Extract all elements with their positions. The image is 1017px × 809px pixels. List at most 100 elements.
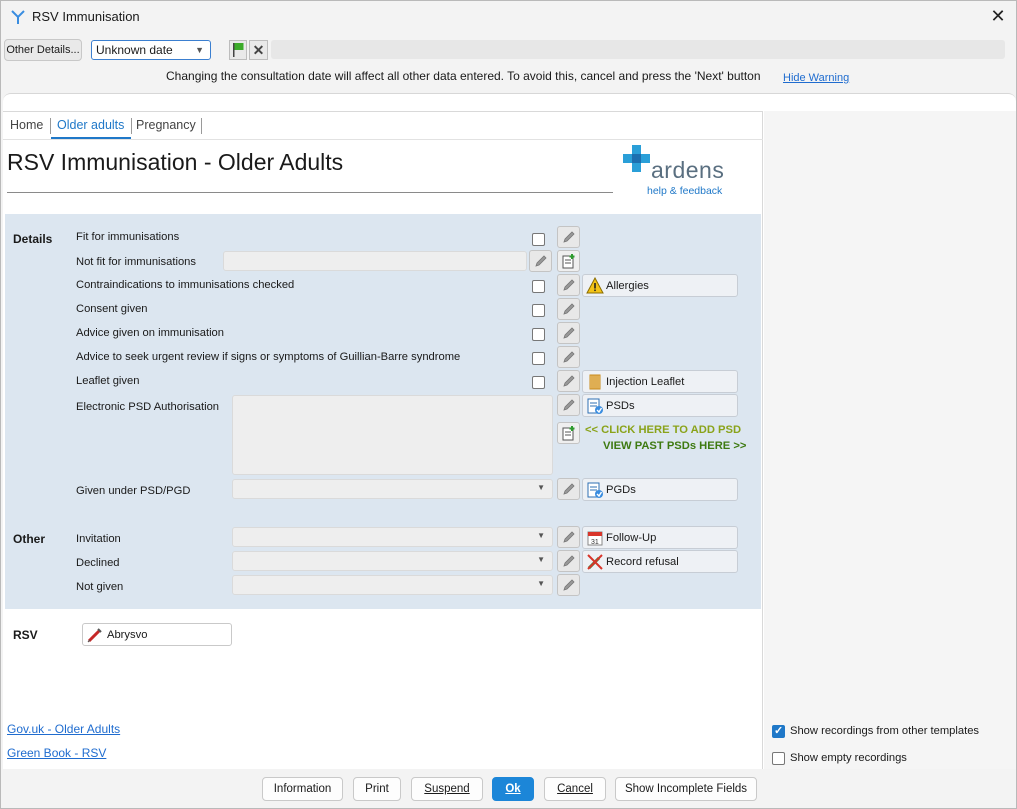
information-button[interactable]: Information — [262, 777, 343, 801]
tab-divider — [131, 118, 132, 134]
chevron-down-icon: ▼ — [537, 531, 545, 540]
date-value: Unknown date — [96, 43, 173, 57]
pencil-icon[interactable] — [557, 274, 580, 296]
print-button[interactable]: Print — [353, 777, 401, 801]
syringe-refusal-icon — [587, 554, 603, 570]
template-pane: Home Older adults Pregnancy RSV Immunisa… — [3, 111, 763, 770]
govuk-older-adults-link[interactable]: Gov.uk - Older Adults — [7, 722, 120, 736]
suspend-button[interactable]: Suspend — [411, 777, 483, 801]
bottom-action-bar: Information Print Suspend Ok Cancel Show… — [1, 769, 1016, 808]
syringe-icon — [87, 628, 102, 643]
follow-up-label: Follow-Up — [606, 532, 657, 544]
psds-label: PSDs — [606, 400, 635, 412]
injection-leaflet-button[interactable]: Injection Leaflet — [582, 370, 738, 393]
date-warning-text: Changing the consultation date will affe… — [166, 69, 761, 83]
injection-leaflet-label: Injection Leaflet — [606, 376, 685, 388]
section-other: Other — [13, 532, 46, 546]
pencil-icon[interactable] — [557, 574, 580, 596]
pencil-icon[interactable] — [557, 526, 580, 548]
abrysvo-label: Abrysvo — [107, 629, 148, 641]
chevron-down-icon: ▼ — [537, 555, 545, 564]
pencil-icon[interactable] — [557, 298, 580, 320]
calendar-icon: 31 — [587, 531, 603, 546]
tab-divider — [50, 118, 51, 134]
consent-checkbox[interactable] — [532, 304, 545, 317]
other-details-button[interactable]: Other Details... — [4, 39, 82, 61]
add-psd-icon[interactable] — [557, 422, 580, 444]
pgds-button[interactable]: PGDs — [582, 478, 738, 501]
pencil-icon[interactable] — [557, 322, 580, 344]
tab-bar: Home Older adults Pregnancy — [3, 112, 763, 140]
hide-warning-link[interactable]: Hide Warning — [783, 72, 849, 84]
pencil-icon[interactable] — [557, 550, 580, 572]
pgd-document-icon — [587, 482, 603, 498]
ardens-cross-icon — [623, 145, 650, 172]
logo-wordmark: ardens — [651, 157, 725, 183]
pencil-icon[interactable] — [557, 226, 580, 248]
checkbox-unchecked[interactable] — [772, 752, 785, 765]
psd-document-icon — [587, 398, 603, 414]
psds-button[interactable]: PSDs — [582, 394, 738, 417]
row-label: Not fit for immunisations — [76, 256, 196, 268]
consultation-info-field[interactable] — [271, 40, 1005, 59]
window-title: RSV Immunisation — [32, 9, 140, 24]
active-tab-indicator — [51, 137, 131, 139]
tab-older-adults[interactable]: Older adults — [57, 118, 124, 132]
checkbox-checked[interactable] — [772, 724, 785, 738]
pencil-icon[interactable] — [529, 250, 552, 272]
close-icon[interactable]: ✕ — [986, 5, 1010, 27]
add-psd-link[interactable]: << CLICK HERE TO ADD PSD — [585, 424, 741, 436]
row-label: Declined — [76, 557, 120, 569]
psd-pgd-dropdown[interactable]: ▼ — [232, 479, 553, 499]
cancel-button[interactable]: Cancel — [544, 777, 606, 801]
main-panel: Home Older adults Pregnancy RSV Immunisa… — [3, 93, 1016, 770]
tab-pregnancy[interactable]: Pregnancy — [136, 118, 196, 132]
record-refusal-label: Record refusal — [606, 556, 679, 568]
abrysvo-button[interactable]: Abrysvo — [82, 623, 232, 646]
fit-checkbox[interactable] — [532, 233, 545, 246]
rsv-immunisation-window: RSV Immunisation ✕ Other Details... Unkn… — [0, 0, 1017, 809]
title-bar: RSV Immunisation ✕ — [1, 1, 1016, 33]
ok-button[interactable]: Ok — [492, 777, 534, 801]
add-note-icon[interactable] — [557, 250, 580, 272]
row-label: Consent given — [76, 303, 148, 315]
svg-text:31: 31 — [591, 539, 599, 546]
page-title: RSV Immunisation - Older Adults — [7, 149, 344, 175]
contraindications-checkbox[interactable] — [532, 280, 545, 293]
row-label: Given under PSD/PGD — [76, 485, 191, 497]
section-details: Details — [13, 232, 53, 246]
help-feedback-link[interactable]: help & feedback — [647, 185, 722, 197]
title-divider — [7, 192, 613, 193]
green-book-rsv-link[interactable]: Green Book - RSV — [7, 746, 106, 760]
section-rsv: RSV — [13, 628, 38, 642]
pencil-icon[interactable] — [557, 394, 580, 416]
view-past-psds-link[interactable]: VIEW PAST PSDs HERE >> — [603, 440, 746, 452]
pencil-icon[interactable] — [557, 478, 580, 500]
row-label: Advice to seek urgent review if signs or… — [76, 351, 461, 363]
pgds-label: PGDs — [606, 484, 636, 496]
chevron-down-icon: ▼ — [537, 483, 545, 492]
row-label: Not given — [76, 581, 124, 593]
psd-authorisation-field[interactable] — [232, 395, 553, 475]
show-incomplete-fields-button[interactable]: Show Incomplete Fields — [615, 777, 757, 801]
not-fit-field[interactable] — [223, 251, 527, 271]
not-given-dropdown[interactable]: ▼ — [232, 575, 553, 595]
pencil-icon[interactable] — [557, 370, 580, 392]
allergies-button[interactable]: Allergies — [582, 274, 738, 297]
advice-checkbox[interactable] — [532, 328, 545, 341]
option-label: Show empty recordings — [790, 752, 907, 764]
pencil-icon[interactable] — [557, 346, 580, 368]
invitation-dropdown[interactable]: ▼ — [232, 527, 553, 547]
follow-up-button[interactable]: 31 Follow-Up — [582, 526, 738, 549]
record-refusal-button[interactable]: Record refusal — [582, 550, 738, 573]
declined-dropdown[interactable]: ▼ — [232, 551, 553, 571]
tab-divider — [201, 118, 202, 134]
gbs-advice-checkbox[interactable] — [532, 352, 545, 365]
row-label: Fit for immunisations — [76, 231, 180, 243]
ardens-logo[interactable]: ardens help & feedback — [623, 145, 733, 200]
tab-home[interactable]: Home — [10, 118, 43, 132]
green-flag-icon[interactable] — [229, 40, 247, 60]
leaflet-checkbox[interactable] — [532, 376, 545, 389]
consultation-date-select[interactable]: Unknown date ▼ — [91, 40, 211, 60]
clear-date-icon[interactable]: ✕ — [249, 40, 268, 60]
